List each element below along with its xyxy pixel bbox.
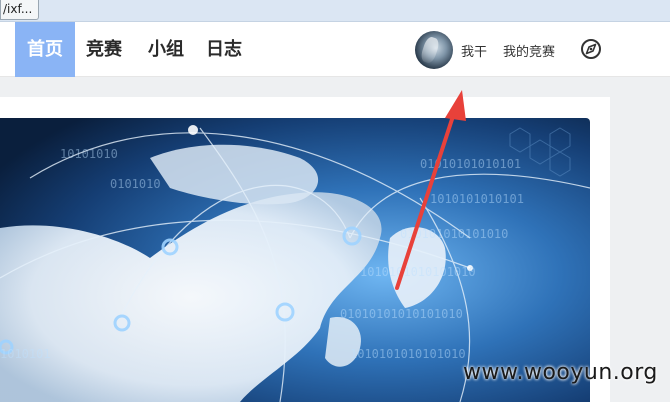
nav-logs[interactable]: 日志: [198, 22, 250, 77]
watermark-text: www.wooyun.org: [463, 360, 658, 385]
svg-text:01010101010101: 01010101010101: [420, 157, 521, 171]
svg-text:1010101: 1010101: [0, 347, 51, 361]
svg-text:010101010101010: 010101010101010: [400, 227, 508, 241]
address-fragment[interactable]: /ixf...: [0, 0, 40, 20]
svg-text:10101010: 10101010: [60, 147, 118, 161]
svg-text:0101010: 0101010: [110, 177, 161, 191]
my-contests-link[interactable]: 我的竞赛: [503, 41, 555, 60]
svg-text:1010101010101010: 1010101010101010: [350, 347, 466, 361]
svg-text:1010101010101010: 1010101010101010: [360, 265, 476, 279]
svg-text:01010101010101010: 01010101010101010: [340, 307, 463, 321]
nav-groups[interactable]: 小组: [140, 22, 192, 77]
nav-home[interactable]: 首页: [15, 22, 75, 77]
avatar[interactable]: [415, 31, 453, 69]
site-navbar: 首页 竞赛 小组 日志: [0, 22, 670, 77]
nav-contests[interactable]: 竞赛: [78, 22, 130, 77]
browser-top-strip: /ixf...: [0, 0, 670, 22]
compass-icon[interactable]: [580, 38, 602, 60]
svg-text:1010101010101: 1010101010101: [430, 192, 524, 206]
username-link[interactable]: 我干: [461, 41, 487, 60]
